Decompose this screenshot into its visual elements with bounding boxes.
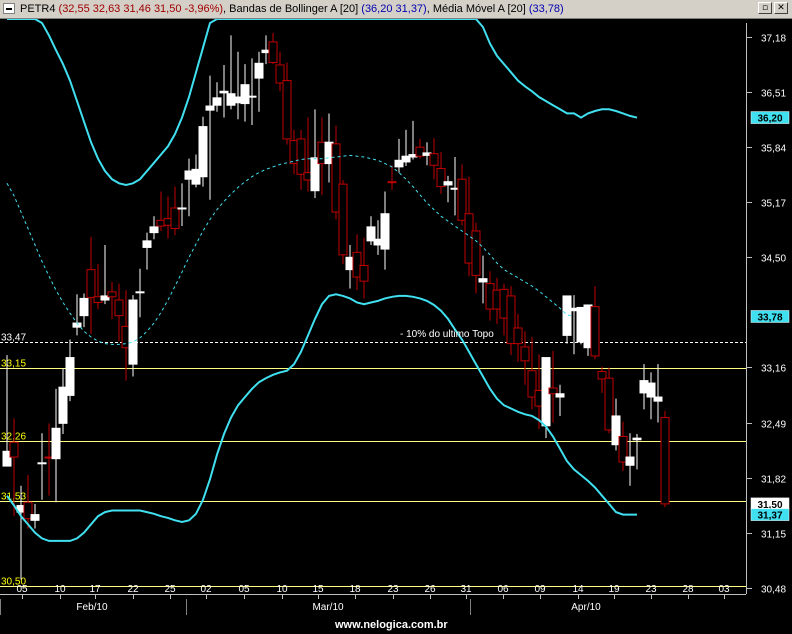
- candle-body: [555, 393, 565, 398]
- candle-body: [478, 278, 488, 283]
- annotation-ten-percent: - 10% do ultimo Topo: [400, 329, 494, 340]
- month-label: Apr/10: [571, 602, 601, 613]
- candle-body: [380, 213, 390, 250]
- candle-body: [632, 437, 642, 441]
- candle-body: [205, 105, 215, 111]
- y-tick-label: 30,48: [761, 585, 786, 596]
- y-tick-label: 36,51: [761, 89, 786, 100]
- x-tick-label: 14: [572, 584, 584, 595]
- candle-body: [443, 181, 453, 186]
- x-tick-label: 18: [349, 584, 361, 595]
- candle-body: [51, 427, 61, 460]
- candle-body: [30, 514, 40, 521]
- candle-body: [219, 90, 229, 94]
- candle-body: [338, 183, 348, 256]
- bollinger-upper-tag-label: 36,20: [757, 114, 782, 125]
- x-tick-label: 09: [534, 584, 546, 595]
- x-tick-label: 10: [54, 584, 66, 595]
- candle-body: [128, 299, 138, 365]
- candle-body: [9, 441, 19, 458]
- x-tick-label: 28: [682, 584, 694, 595]
- candle-body: [660, 417, 670, 505]
- moving-average-values: (33,78): [528, 3, 564, 15]
- candle-body: [282, 80, 292, 140]
- y-tick-label: 34,50: [761, 254, 786, 265]
- candle-body: [646, 382, 656, 398]
- candle-body: [37, 462, 47, 465]
- candle-body: [79, 297, 89, 317]
- y-tick-label: 31,82: [761, 475, 786, 486]
- candle-body: [247, 95, 257, 98]
- candle: [128, 295, 138, 377]
- candle-body: [429, 153, 439, 166]
- candle: [660, 411, 670, 508]
- chart-window-icon[interactable]: [3, 3, 15, 14]
- candle-body: [653, 396, 663, 402]
- ohlc-values: (32,55 32,63 31,46 31,50 -3,96%): [58, 3, 224, 15]
- x-tick-label: 19: [608, 584, 620, 595]
- y-tick-label: 31,15: [761, 530, 786, 541]
- candle-body: [268, 41, 278, 63]
- watermark: www.nelogica.com.br: [334, 619, 448, 631]
- window-title-bar: PETR4 (32,55 32,63 31,46 31,50 -3,96%), …: [0, 0, 792, 19]
- candle-body: [65, 357, 75, 396]
- candle-body: [198, 126, 208, 178]
- x-tick-label: 22: [127, 584, 139, 595]
- x-tick-label: 05: [238, 584, 250, 595]
- x-tick-label: 02: [200, 584, 212, 595]
- title-caption: PETR4 (32,55 32,63 31,46 31,50 -3,96%), …: [20, 3, 564, 15]
- x-tick-label: 05: [16, 584, 28, 595]
- bollinger-lower-tag-label: 31,37: [757, 511, 782, 522]
- candle-body: [212, 97, 222, 106]
- level-label-ten-percent: 33,15: [1, 359, 26, 370]
- x-tick-label: 03: [718, 584, 730, 595]
- x-tick-label: 23: [387, 584, 399, 595]
- x-tick-label: 25: [164, 584, 176, 595]
- candle-body: [135, 291, 145, 294]
- x-tick-label: 06: [497, 584, 509, 595]
- y-tick-label: 35,17: [761, 199, 786, 210]
- candle-body: [149, 226, 159, 234]
- y-tick-label: 33,16: [761, 364, 786, 375]
- bollinger-values: (36,20 31,37): [361, 3, 427, 15]
- x-tick-label: 10: [276, 584, 288, 595]
- candle-body: [625, 456, 635, 466]
- moving-average-tag-label: 33,78: [757, 312, 782, 323]
- candle-body: [296, 138, 306, 175]
- candle: [198, 116, 208, 187]
- candle-body: [114, 299, 124, 317]
- candle-body: [513, 327, 523, 345]
- candle-body: [86, 269, 96, 299]
- month-label: Mar/10: [312, 602, 344, 613]
- month-label: Feb/10: [76, 602, 108, 613]
- candle-body: [107, 291, 117, 298]
- x-tick-label: 23: [645, 584, 657, 595]
- candle-body: [177, 207, 187, 210]
- y-tick-label: 37,18: [761, 34, 786, 45]
- candle-body: [254, 62, 264, 79]
- x-tick-label: 15: [312, 584, 324, 595]
- candle-body: [590, 306, 600, 357]
- candle-body: [359, 265, 369, 282]
- bollinger-label: Bandas de Bollinger A [20]: [229, 3, 359, 15]
- candle-body: [170, 207, 180, 230]
- candle-body: [142, 240, 152, 248]
- candle-body: [471, 230, 481, 276]
- x-tick-label: 26: [424, 584, 436, 595]
- price-chart[interactable]: 33,4733,1532,2631,5330,50 37,1836,5135,8…: [0, 19, 792, 634]
- candle: [338, 180, 348, 264]
- candle-body: [548, 387, 558, 395]
- ticker-symbol: PETR4: [20, 3, 56, 15]
- candle-body: [520, 346, 530, 362]
- y-tick-label: 32,49: [761, 420, 786, 431]
- candle-body: [387, 181, 397, 184]
- x-tick-label: 31: [460, 584, 472, 595]
- close-window-button[interactable]: ✕: [774, 2, 788, 14]
- y-tick-label: 35,84: [761, 144, 786, 155]
- x-tick-label: 17: [89, 584, 101, 595]
- restore-window-button[interactable]: ▫: [758, 2, 772, 14]
- level-label-top: 33,47: [1, 333, 26, 344]
- moving-average-label: Média Móvel A [20]: [432, 3, 526, 15]
- candle-body: [240, 84, 250, 105]
